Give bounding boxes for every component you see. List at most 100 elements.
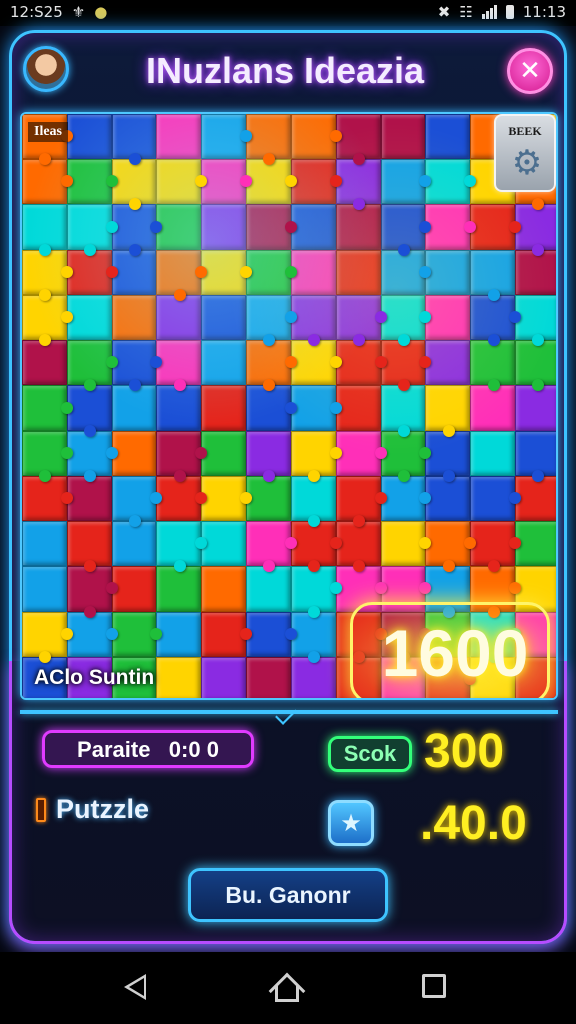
puzzle-piece[interactable] xyxy=(111,430,157,476)
home-icon[interactable] xyxy=(268,972,306,1010)
puzzle-piece[interactable] xyxy=(425,159,477,205)
puzzle-piece[interactable] xyxy=(290,114,342,160)
puzzle-piece[interactable] xyxy=(22,249,73,302)
puzzle-piece[interactable] xyxy=(22,340,67,386)
puzzle-piece[interactable] xyxy=(425,114,471,160)
puzzle-piece[interactable] xyxy=(156,114,202,160)
puzzle-piece[interactable] xyxy=(246,656,291,698)
puzzle-piece[interactable] xyxy=(111,340,163,392)
puzzle-piece[interactable] xyxy=(66,114,112,160)
puzzle-piece[interactable] xyxy=(246,204,297,250)
puzzle-piece[interactable] xyxy=(470,340,516,392)
puzzle-piece[interactable] xyxy=(246,611,297,657)
puzzle-piece[interactable] xyxy=(380,475,432,522)
puzzle-piece[interactable] xyxy=(156,385,202,431)
puzzle-piece[interactable] xyxy=(425,385,471,437)
puzzle-piece[interactable] xyxy=(380,294,432,347)
puzzle-piece[interactable] xyxy=(515,521,556,567)
puzzle-piece[interactable] xyxy=(156,656,202,698)
puzzle-piece[interactable] xyxy=(335,385,381,431)
puzzle-piece[interactable] xyxy=(201,566,247,612)
puzzle-piece[interactable] xyxy=(156,611,202,657)
puzzle-piece[interactable] xyxy=(156,340,202,392)
puzzle-piece[interactable] xyxy=(380,159,432,205)
puzzle-piece[interactable] xyxy=(425,294,471,341)
puzzle-piece[interactable] xyxy=(22,159,73,205)
puzzle-piece[interactable] xyxy=(111,566,157,612)
settings-button[interactable]: BEEK ⚙ xyxy=(494,114,556,192)
hint-button[interactable]: ★ xyxy=(328,800,374,846)
puzzle-piece[interactable] xyxy=(22,475,73,522)
puzzle-piece[interactable] xyxy=(156,475,208,522)
puzzle-piece[interactable] xyxy=(66,475,112,522)
puzzle-piece[interactable] xyxy=(111,611,163,657)
puzzle-piece[interactable] xyxy=(156,204,202,250)
puzzle-piece[interactable] xyxy=(156,294,202,341)
puzzle-piece[interactable] xyxy=(246,294,297,347)
puzzle-piece[interactable] xyxy=(246,340,297,392)
puzzle-piece[interactable] xyxy=(111,521,157,567)
puzzle-piece[interactable] xyxy=(290,475,336,528)
puzzle-piece[interactable] xyxy=(425,521,477,573)
puzzle-piece[interactable] xyxy=(156,566,202,612)
puzzle-piece[interactable] xyxy=(470,521,521,573)
puzzle-piece[interactable] xyxy=(201,294,247,341)
puzzle-piece[interactable] xyxy=(335,114,381,166)
puzzle-piece[interactable] xyxy=(201,521,247,567)
back-icon[interactable] xyxy=(124,974,146,1000)
puzzle-piece[interactable] xyxy=(470,249,516,302)
puzzle-piece[interactable] xyxy=(66,385,112,437)
puzzle-piece[interactable] xyxy=(201,430,247,476)
puzzle-piece[interactable] xyxy=(290,656,336,698)
puzzle-piece[interactable] xyxy=(335,204,381,250)
puzzle-piece[interactable] xyxy=(425,430,471,483)
puzzle-piece[interactable] xyxy=(156,159,208,205)
puzzle-piece[interactable] xyxy=(201,385,247,431)
puzzle-piece[interactable] xyxy=(111,294,157,341)
puzzle-piece[interactable] xyxy=(290,521,342,573)
puzzle-piece[interactable] xyxy=(380,114,426,160)
puzzle-piece[interactable] xyxy=(380,521,432,567)
puzzle-piece[interactable] xyxy=(515,385,556,431)
puzzle-piece[interactable] xyxy=(201,249,252,295)
puzzle-piece[interactable] xyxy=(22,294,73,347)
puzzle-piece[interactable] xyxy=(111,475,163,528)
puzzle-board[interactable]: Ileas BEEK ⚙ 1600 AClo Suntin xyxy=(20,112,558,700)
puzzle-piece[interactable] xyxy=(111,159,157,211)
puzzle-piece[interactable] xyxy=(470,294,521,347)
puzzle-piece[interactable] xyxy=(22,430,73,483)
puzzle-piece[interactable] xyxy=(156,249,208,302)
puzzle-piece[interactable] xyxy=(156,521,208,573)
puzzle-piece[interactable] xyxy=(515,249,556,295)
puzzle-piece[interactable] xyxy=(515,430,556,483)
puzzle-piece[interactable] xyxy=(66,566,118,618)
puzzle-piece[interactable] xyxy=(246,430,291,483)
player-avatar[interactable] xyxy=(23,46,69,92)
puzzle-piece[interactable] xyxy=(201,475,252,522)
puzzle-piece[interactable] xyxy=(246,521,297,573)
puzzle-piece[interactable] xyxy=(425,340,471,386)
puzzle-piece[interactable] xyxy=(246,385,297,431)
puzzle-piece[interactable] xyxy=(290,204,336,250)
puzzle-piece[interactable] xyxy=(470,385,516,431)
puzzle-piece[interactable] xyxy=(515,340,556,392)
puzzle-piece[interactable] xyxy=(66,249,118,295)
puzzle-piece[interactable] xyxy=(335,294,387,347)
puzzle-piece[interactable] xyxy=(246,249,297,295)
puzzle-piece[interactable] xyxy=(380,385,426,437)
puzzle-piece[interactable] xyxy=(66,340,118,392)
puzzle-piece[interactable] xyxy=(290,566,342,618)
puzzle-piece[interactable] xyxy=(22,204,67,256)
puzzle-piece[interactable] xyxy=(201,114,252,160)
puzzle-piece[interactable] xyxy=(290,159,342,205)
puzzle-piece[interactable] xyxy=(380,340,432,392)
puzzle-piece[interactable] xyxy=(22,521,67,567)
puzzle-piece[interactable] xyxy=(22,566,67,612)
puzzle-piece[interactable] xyxy=(66,430,118,483)
puzzle-piece[interactable] xyxy=(66,294,112,341)
recents-icon[interactable] xyxy=(422,974,446,998)
close-button[interactable]: ✕ xyxy=(507,48,553,94)
puzzle-piece[interactable] xyxy=(425,249,471,295)
puzzle-piece[interactable] xyxy=(335,249,381,295)
puzzle-piece[interactable] xyxy=(22,611,73,664)
